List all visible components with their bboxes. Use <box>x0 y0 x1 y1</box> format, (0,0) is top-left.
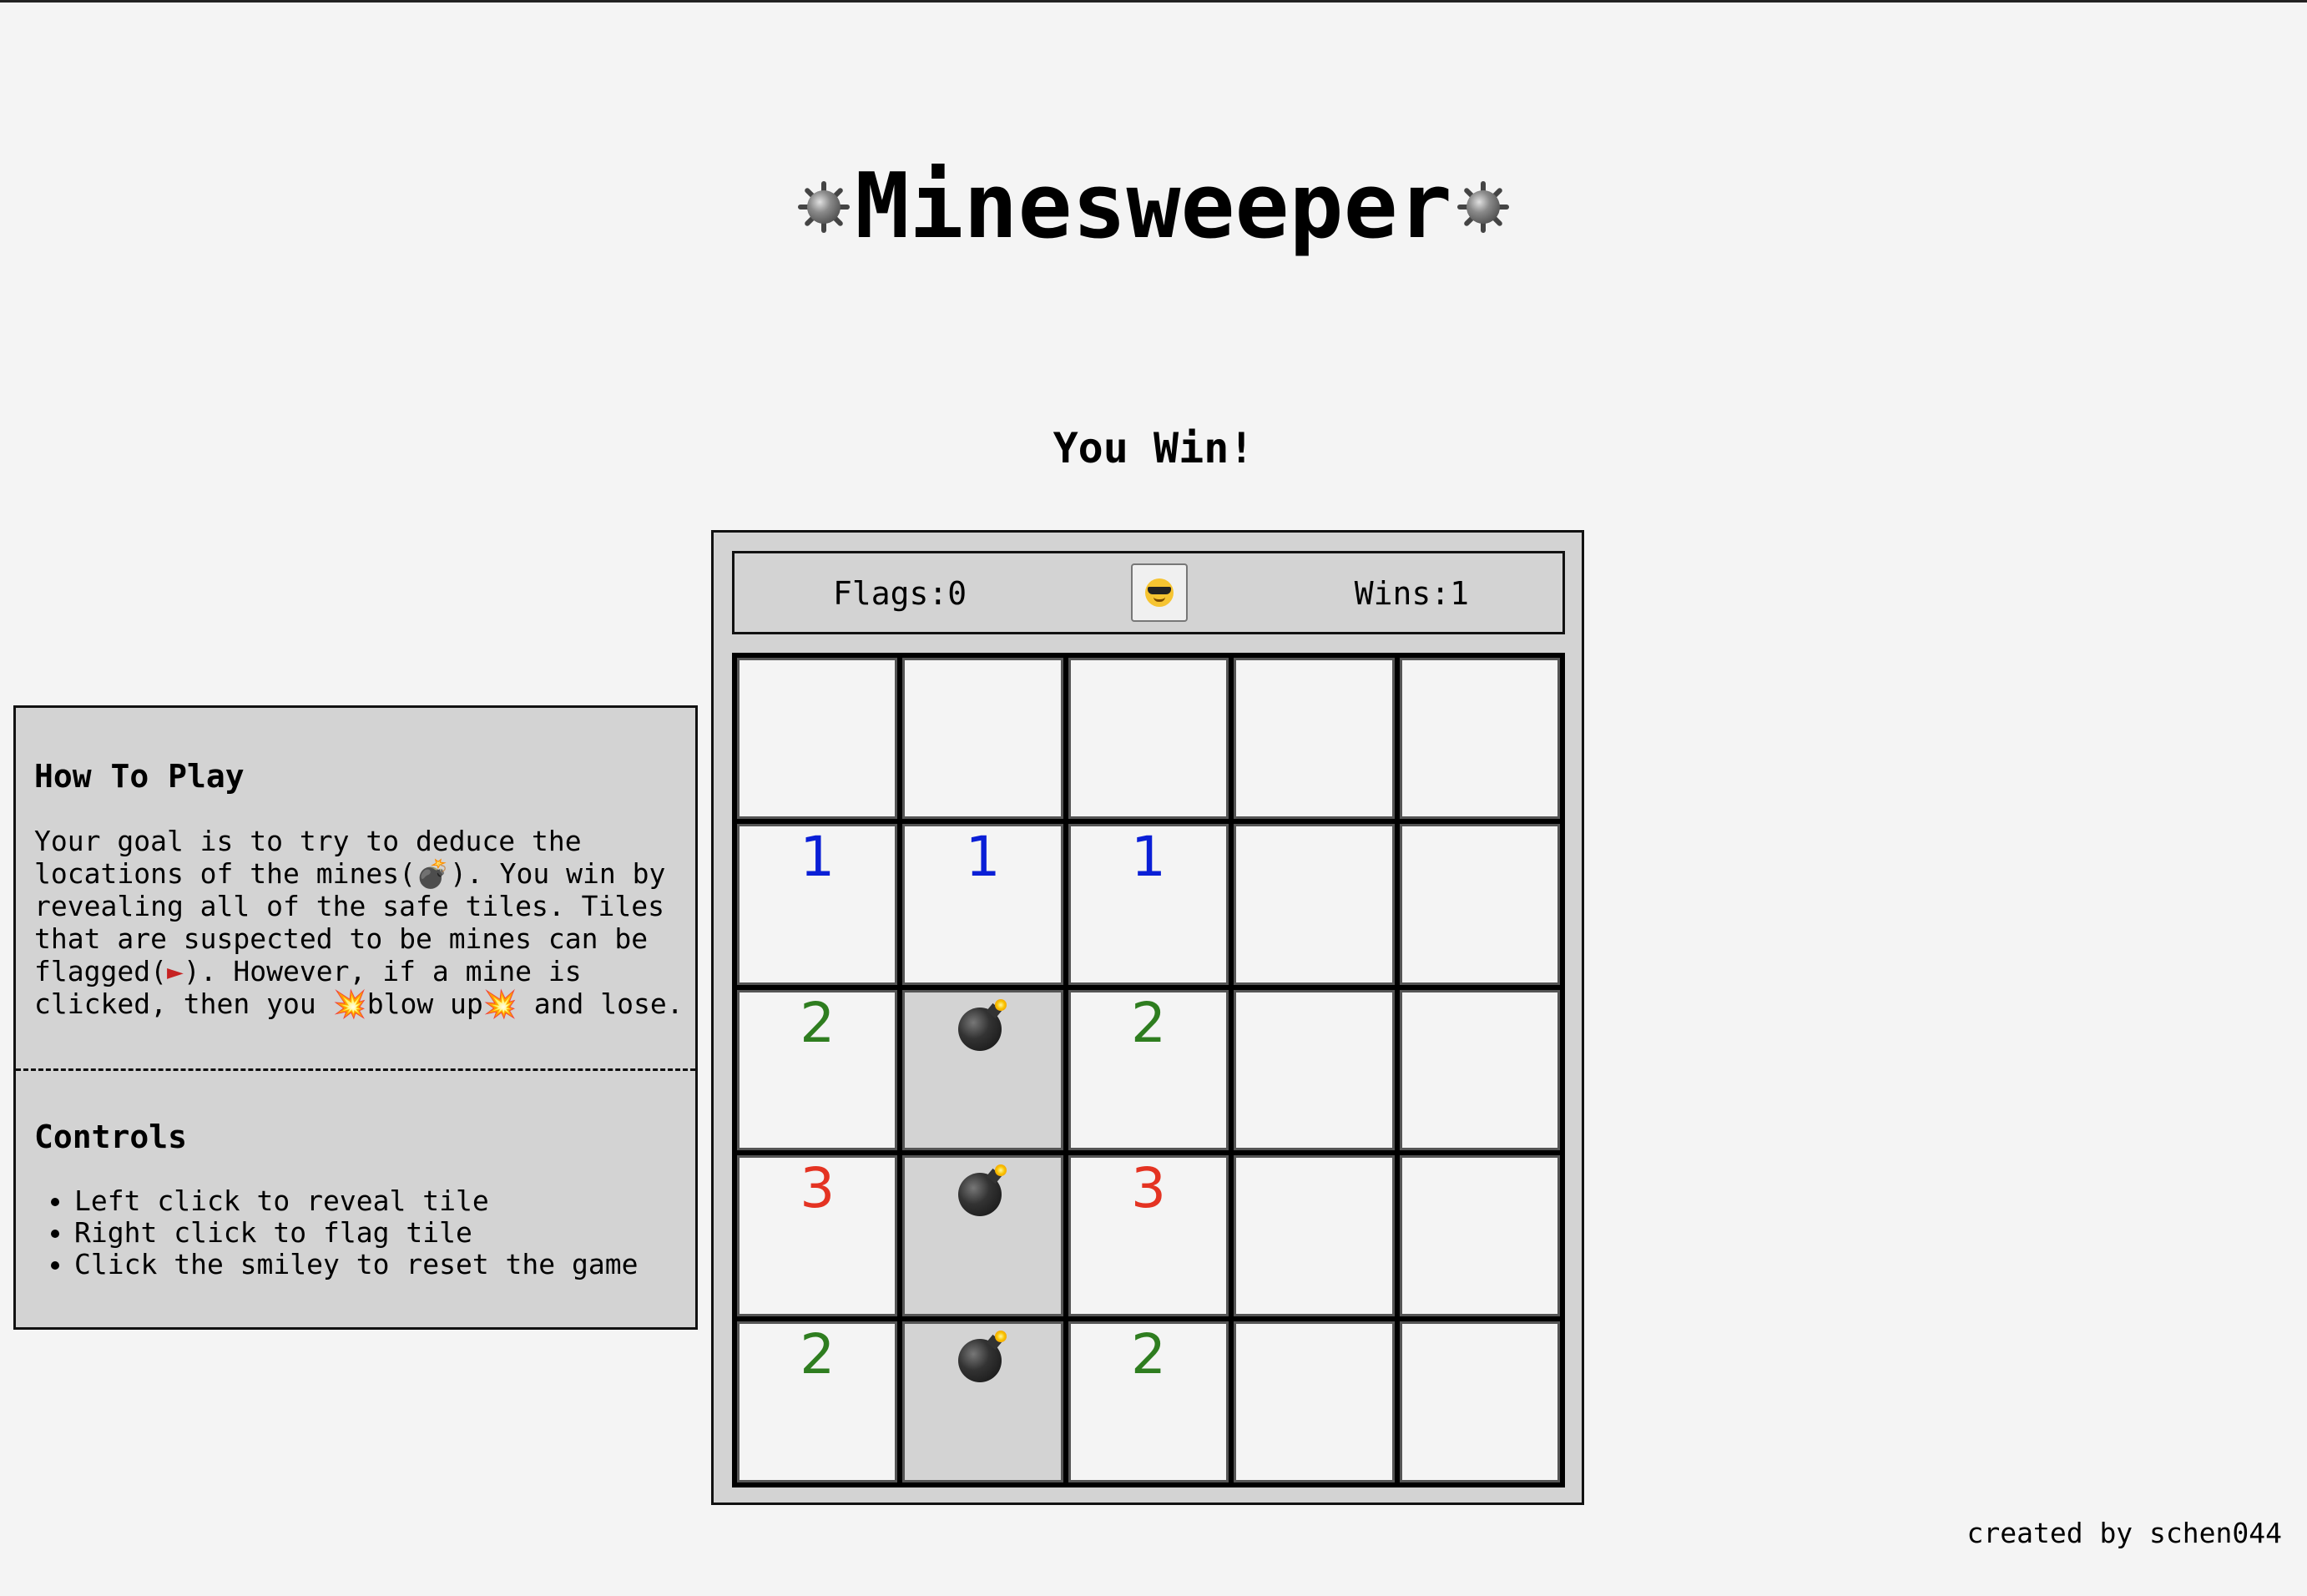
minefield-grid: 1 1 1 2 2 3 3 2 2 <box>732 653 1565 1487</box>
tile-number: 2 <box>800 990 835 1055</box>
score-bar: Flags:0 Wins:1 <box>732 551 1565 634</box>
tile-number: 1 <box>800 824 835 889</box>
game-board-frame: Flags:0 Wins:1 1 1 1 2 2 3 3 2 2 <box>711 530 1584 1505</box>
explosion-icon: 💥 <box>332 987 367 1020</box>
tile[interactable] <box>1399 1155 1560 1317</box>
tile[interactable] <box>1234 823 1395 985</box>
tile[interactable] <box>1234 1321 1395 1482</box>
naval-mine-icon <box>798 181 851 233</box>
tile[interactable] <box>1234 1155 1395 1317</box>
bomb-icon <box>957 998 1010 1053</box>
tile[interactable] <box>1399 823 1560 985</box>
tile[interactable] <box>902 658 1063 819</box>
controls-list: Left click to reveal tile Right click to… <box>51 1185 639 1280</box>
controls-heading: Controls <box>34 1119 188 1155</box>
tile[interactable] <box>1234 989 1395 1151</box>
instructions-panel: How To Play Your goal is to try to deduc… <box>13 705 698 1330</box>
how-to-play-heading: How To Play <box>34 758 245 795</box>
how-to-play-text: Your goal is to try to deduce the locati… <box>34 825 684 1020</box>
tile-number: 1 <box>965 824 1001 889</box>
bomb-icon <box>957 1331 1010 1384</box>
mine-tile[interactable] <box>902 1321 1063 1482</box>
mine-tile[interactable] <box>902 989 1063 1151</box>
naval-mine-icon <box>1456 181 1509 233</box>
tile-number: 2 <box>1130 990 1166 1055</box>
flag-icon: ► <box>166 955 184 987</box>
tile-number: 2 <box>800 1322 835 1387</box>
tile[interactable]: 2 <box>1068 1321 1229 1482</box>
tile[interactable] <box>1068 658 1229 819</box>
tile-number: 3 <box>1130 1156 1166 1221</box>
mine-tile[interactable] <box>902 1155 1063 1317</box>
tile[interactable]: 2 <box>737 989 898 1151</box>
title-text: Minesweeper <box>855 154 1452 259</box>
bomb-icon <box>957 1164 1010 1218</box>
tile-number: 1 <box>1130 824 1166 889</box>
tile[interactable] <box>1399 1321 1560 1482</box>
reset-smiley-button[interactable] <box>1131 563 1188 622</box>
flags-counter: Flags:0 <box>833 575 967 612</box>
tile[interactable] <box>1234 658 1395 819</box>
tile[interactable]: 1 <box>1068 823 1229 985</box>
tile-number: 3 <box>800 1156 835 1221</box>
list-item: Right click to flag tile <box>51 1217 639 1249</box>
sunglasses-smiley-icon <box>1145 578 1174 607</box>
tile[interactable]: 1 <box>902 823 1063 985</box>
tile[interactable]: 2 <box>737 1321 898 1482</box>
tile[interactable]: 3 <box>1068 1155 1229 1317</box>
explosion-icon: 💥 <box>482 987 517 1020</box>
tile[interactable]: 2 <box>1068 989 1229 1151</box>
game-status: You Win! <box>1053 424 1254 472</box>
tile[interactable]: 3 <box>737 1155 898 1317</box>
list-item: Left click to reveal tile <box>51 1185 639 1217</box>
tile[interactable]: 1 <box>737 823 898 985</box>
credit-text: created by schen044 <box>1966 1517 2283 1549</box>
tile[interactable] <box>1399 658 1560 819</box>
wins-counter: Wins:1 <box>1354 575 1469 612</box>
tile-number: 2 <box>1130 1322 1166 1387</box>
list-item: Click the smiley to reset the game <box>51 1248 639 1280</box>
tile[interactable] <box>1399 989 1560 1151</box>
panel-divider <box>16 1068 695 1071</box>
page-title: Minesweeper <box>0 153 2307 261</box>
bomb-icon: 💣 <box>415 857 451 890</box>
tile[interactable] <box>737 658 898 819</box>
